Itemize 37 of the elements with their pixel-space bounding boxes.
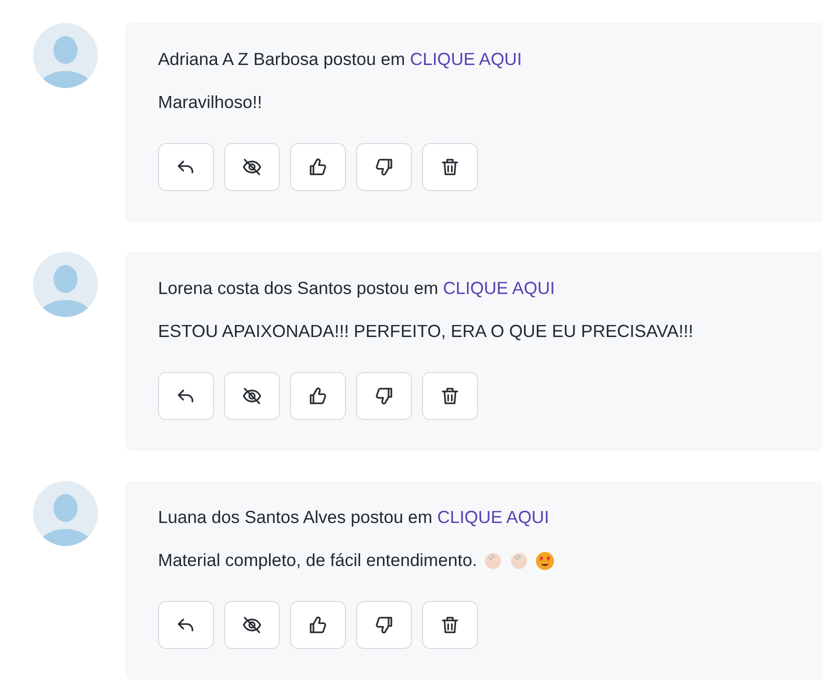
post-link[interactable]: CLIQUE AQUI — [443, 278, 555, 298]
like-button[interactable] — [290, 372, 346, 420]
thumbs-up-icon — [307, 156, 329, 178]
like-button[interactable] — [290, 601, 346, 649]
post-link[interactable]: CLIQUE AQUI — [410, 49, 522, 69]
comment-text: ESTOU APAIXONADA!!! PERFEITO, ERA O QUE EU PRECISAVA!!! — [158, 321, 694, 342]
eye-slash-icon — [241, 614, 263, 636]
thumbs-down-icon — [373, 156, 395, 178]
trash-icon — [439, 156, 461, 178]
thumbs-up-icon — [307, 385, 329, 407]
eye-slash-icon — [241, 156, 263, 178]
thumbs-up-icon — [307, 614, 329, 636]
dislike-button[interactable] — [356, 372, 412, 420]
avatar — [33, 252, 98, 317]
comment-text: Maravilhoso!! — [158, 92, 262, 113]
avatar — [33, 23, 98, 88]
hide-button[interactable] — [224, 143, 280, 191]
like-button[interactable] — [290, 143, 346, 191]
post-link[interactable]: CLIQUE AQUI — [437, 507, 550, 527]
delete-button[interactable] — [422, 601, 478, 649]
delete-button[interactable] — [422, 143, 478, 191]
hide-button[interactable] — [224, 372, 280, 420]
dislike-button[interactable] — [356, 143, 412, 191]
trash-icon — [439, 385, 461, 407]
avatar — [33, 481, 98, 546]
comment-header: Luana dos Santos Alves postou em CLIQUE AQUI — [158, 507, 550, 528]
comment-text: Material completo, de fácil entendimento. — [158, 550, 478, 571]
thumbs-down-icon — [373, 385, 395, 407]
comment-header: Lorena costa dos Santos postou em CLIQUE AQUI — [158, 278, 556, 299]
hide-button[interactable] — [224, 601, 280, 649]
delete-button[interactable] — [422, 372, 478, 420]
heart-eyes-face-icon — [535, 550, 556, 570]
dislike-button[interactable] — [356, 601, 412, 649]
eye-slash-icon — [241, 385, 263, 407]
comment-header: Adriana A Z Barbosa postou em CLIQUE AQUI — [158, 49, 523, 70]
trash-icon — [439, 614, 461, 636]
thumbs-down-icon — [373, 614, 395, 636]
